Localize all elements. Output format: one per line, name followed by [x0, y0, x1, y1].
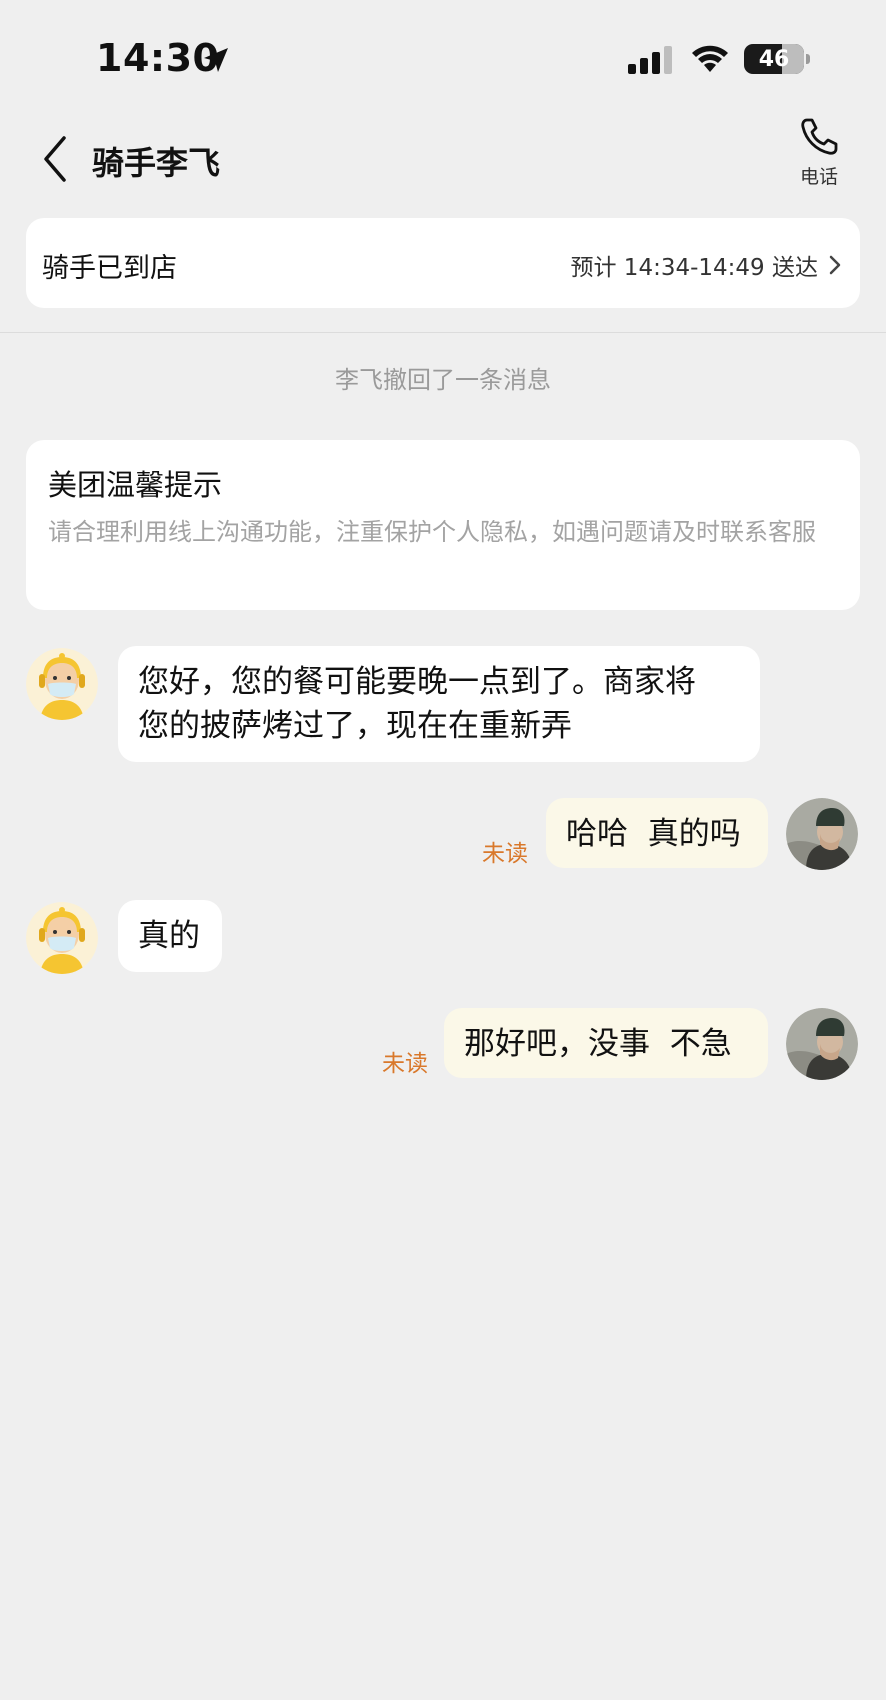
message-bubble-rider[interactable]: 您好，您的餐可能要晚一点到了。商家将 您的披萨烤过了，现在在重新弄	[118, 646, 760, 762]
battery-level: 46	[758, 46, 790, 72]
page-title: 骑手李飞	[92, 144, 221, 182]
user-avatar[interactable]	[786, 798, 858, 870]
recall-notice: 李飞撤回了一条消息	[335, 366, 551, 394]
battery-icon: 46	[744, 44, 804, 74]
location-arrow-icon	[204, 48, 228, 72]
tip-title: 美团温馨提示	[48, 468, 223, 502]
wifi-icon	[692, 45, 728, 72]
message-line: 您好，您的餐可能要晚一点到了。商家将	[138, 664, 696, 700]
user-avatar[interactable]	[786, 1008, 858, 1080]
eta-text: 预计 14:34-14:49 送达	[570, 255, 819, 281]
back-icon[interactable]	[40, 134, 70, 184]
message-text: 那好吧，没事 不急	[464, 1026, 732, 1062]
message-text: 哈哈 真的吗	[566, 816, 741, 852]
eta-link[interactable]: 预计 14:34-14:49 送达	[571, 248, 843, 282]
unread-label: 未读	[382, 1051, 428, 1077]
message-line: 您的披萨烤过了，现在在重新弄	[138, 708, 572, 744]
rider-avatar[interactable]	[26, 648, 98, 720]
nav-bar: 骑手李飞 电话	[0, 110, 886, 210]
chevron-right-icon	[829, 255, 841, 275]
phone-button[interactable]: 电话	[786, 116, 852, 202]
rider-avatar-icon	[26, 902, 98, 974]
user-avatar-image	[786, 1008, 858, 1080]
rider-avatar-icon	[26, 648, 98, 720]
message-bubble-me[interactable]: 那好吧，没事 不急	[444, 1008, 768, 1078]
user-avatar-image	[786, 798, 858, 870]
tip-card: 美团温馨提示 请合理利用线上沟通功能，注重保护个人隐私，如遇问题请及时联系客服	[26, 440, 860, 610]
phone-icon	[801, 118, 838, 155]
message-bubble-me[interactable]: 哈哈 真的吗	[546, 798, 768, 868]
status-bar: 14:30 46	[0, 0, 886, 110]
unread-label: 未读	[482, 841, 528, 867]
delivery-status-card[interactable]: 骑手已到店 预计 14:34-14:49 送达	[26, 218, 860, 308]
signal-icon	[628, 46, 672, 74]
message-text: 真的	[138, 918, 200, 954]
divider	[0, 332, 886, 333]
phone-label: 电话	[799, 166, 838, 188]
rider-avatar[interactable]	[26, 902, 98, 974]
message-bubble-rider[interactable]: 真的	[118, 900, 222, 972]
tip-body: 请合理利用线上沟通功能，注重保护个人隐私，如遇问题请及时联系客服	[48, 518, 816, 546]
delivery-status-text: 骑手已到店	[42, 253, 177, 284]
